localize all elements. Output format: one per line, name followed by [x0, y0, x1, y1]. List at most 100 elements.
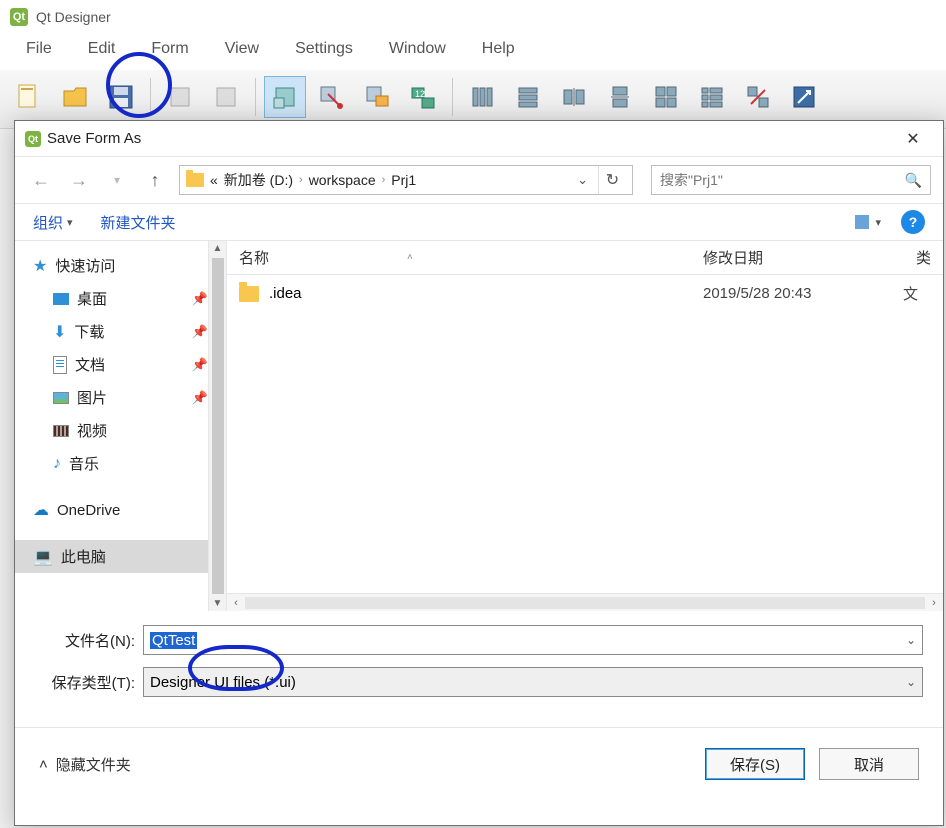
filetype-label: 保存类型(T):: [35, 672, 135, 693]
item-type: 文: [903, 283, 931, 304]
refresh-button[interactable]: ↻: [598, 166, 626, 194]
help-button[interactable]: ?: [901, 210, 925, 234]
adjust-size-button[interactable]: [783, 76, 825, 118]
menu-window[interactable]: Window: [371, 36, 464, 62]
search-input[interactable]: [660, 172, 905, 188]
search-box[interactable]: 🔍: [651, 165, 931, 195]
sidebar-desktop[interactable]: 桌面📌: [15, 282, 226, 315]
dialog-footer: ˄ 隐藏文件夹 保存(S) 取消: [15, 727, 943, 800]
filename-input[interactable]: QtTest ⌄: [143, 625, 923, 655]
scroll-up-icon[interactable]: ▲: [213, 241, 223, 256]
chevron-up-icon: ˄: [39, 756, 48, 773]
pin-icon: 📌: [192, 390, 208, 406]
view-mode-button[interactable]: ▾: [849, 213, 887, 231]
dialog-titlebar: Qt Save Form As ✕: [15, 121, 943, 157]
chevron-down-icon[interactable]: ⌄: [906, 675, 916, 689]
music-icon: ♪: [53, 455, 61, 473]
breadcrumb-workspace[interactable]: workspace: [309, 172, 376, 188]
menu-file[interactable]: File: [8, 36, 70, 62]
column-name[interactable]: 名称˄: [239, 247, 703, 268]
toolbar-separator: [255, 78, 256, 116]
sidebar-scrollbar[interactable]: ▲ ▼: [208, 241, 226, 611]
save-button[interactable]: 保存(S): [705, 748, 805, 780]
layout-h-button[interactable]: [461, 76, 503, 118]
search-icon[interactable]: 🔍: [905, 172, 922, 189]
organize-button[interactable]: 组织▾: [33, 212, 73, 233]
filename-label: 文件名(N):: [35, 630, 135, 651]
pin-icon: 📌: [192, 324, 208, 340]
sidebar-onedrive[interactable]: ☁OneDrive: [15, 494, 226, 526]
save-dialog: Qt Save Form As ✕ ← → ▾ ↑ « 新加卷 (D:) › w…: [14, 120, 944, 826]
nav-forward-button[interactable]: →: [65, 166, 93, 194]
horizontal-scrollbar[interactable]: ‹ ›: [227, 593, 943, 611]
scroll-track[interactable]: [245, 597, 925, 609]
open-form-button[interactable]: [54, 76, 96, 118]
folder-icon: [186, 173, 204, 187]
pin-icon: 📌: [192, 357, 208, 373]
pin-icon: 📌: [192, 291, 208, 307]
menubar: File Edit Form View Settings Window Help: [0, 32, 946, 70]
menu-form[interactable]: Form: [133, 36, 206, 62]
scroll-down-icon[interactable]: ▼: [213, 596, 223, 611]
cancel-button[interactable]: 取消: [819, 748, 919, 780]
column-type[interactable]: 类: [903, 247, 931, 268]
chevron-right-icon: ›: [382, 174, 386, 186]
menu-view[interactable]: View: [207, 36, 277, 62]
sidebar-downloads[interactable]: ⬇下载📌: [15, 315, 226, 348]
layout-vsplit-button[interactable]: [599, 76, 641, 118]
list-item[interactable]: .idea 2019/5/28 20:43 文: [227, 275, 943, 312]
nav-history-button[interactable]: ▾: [103, 166, 131, 194]
nav-up-button[interactable]: ↑: [141, 166, 169, 194]
edit-taborder-button[interactable]: 12: [402, 76, 444, 118]
sidebar: ★快速访问 桌面📌 ⬇下载📌 文档📌 图片📌 视频 ♪音乐 ☁OneDrive …: [15, 241, 227, 611]
close-button[interactable]: ✕: [893, 125, 933, 153]
break-layout-button[interactable]: [737, 76, 779, 118]
breadcrumb[interactable]: « 新加卷 (D:) › workspace › Prj1 ⌄ ↻: [179, 165, 633, 195]
sidebar-pictures[interactable]: 图片📌: [15, 381, 226, 414]
new-folder-button[interactable]: 新建文件夹: [101, 212, 176, 233]
dialog-title: Save Form As: [47, 130, 141, 147]
sidebar-quick-access[interactable]: ★快速访问: [15, 249, 226, 282]
sort-indicator-icon: ˄: [407, 252, 413, 263]
breadcrumb-prj1[interactable]: Prj1: [391, 172, 416, 188]
sidebar-this-pc[interactable]: 💻此电脑: [15, 540, 226, 573]
dialog-logo-icon: Qt: [25, 131, 41, 147]
chevron-down-icon[interactable]: ⌄: [906, 633, 916, 647]
filetype-value: Designer UI files (*.ui): [150, 674, 296, 691]
sidebar-music[interactable]: ♪音乐: [15, 447, 226, 480]
layout-form-button[interactable]: [691, 76, 733, 118]
breadcrumb-dropdown-icon[interactable]: ⌄: [577, 172, 588, 188]
layout-grid-button[interactable]: [645, 76, 687, 118]
scroll-left-icon[interactable]: ‹: [227, 597, 245, 609]
item-date: 2019/5/28 20:43: [703, 285, 903, 302]
filename-value: QtTest: [150, 632, 197, 649]
navbar: ← → ▾ ↑ « 新加卷 (D:) › workspace › Prj1 ⌄ …: [15, 157, 943, 203]
scroll-right-icon[interactable]: ›: [925, 597, 943, 609]
nav-back-button[interactable]: ←: [27, 166, 55, 194]
scroll-thumb[interactable]: [212, 258, 224, 594]
sidebar-videos[interactable]: 视频: [15, 414, 226, 447]
menu-settings[interactable]: Settings: [277, 36, 371, 62]
layout-hsplit-button[interactable]: [553, 76, 595, 118]
toolbar-separator: [150, 78, 151, 116]
item-name: .idea: [269, 285, 703, 302]
filetype-select[interactable]: Designer UI files (*.ui) ⌄: [143, 667, 923, 697]
redo-button[interactable]: [205, 76, 247, 118]
edit-buddies-button[interactable]: [356, 76, 398, 118]
menu-edit[interactable]: Edit: [70, 36, 134, 62]
qt-designer-window: Qt Qt Designer File Edit Form View Setti…: [0, 0, 946, 129]
chevron-right-icon: ›: [299, 174, 303, 186]
menu-help[interactable]: Help: [464, 36, 533, 62]
save-form-button[interactable]: [100, 76, 142, 118]
edit-widgets-button[interactable]: [264, 76, 306, 118]
videos-icon: [53, 425, 69, 437]
document-icon: [53, 356, 67, 374]
edit-signals-button[interactable]: [310, 76, 352, 118]
undo-button[interactable]: [159, 76, 201, 118]
hide-folders-toggle[interactable]: ˄ 隐藏文件夹: [39, 754, 131, 775]
sidebar-documents[interactable]: 文档📌: [15, 348, 226, 381]
new-form-button[interactable]: [8, 76, 50, 118]
column-modified[interactable]: 修改日期: [703, 247, 903, 268]
breadcrumb-drive[interactable]: 新加卷 (D:): [224, 170, 293, 190]
layout-v-button[interactable]: [507, 76, 549, 118]
